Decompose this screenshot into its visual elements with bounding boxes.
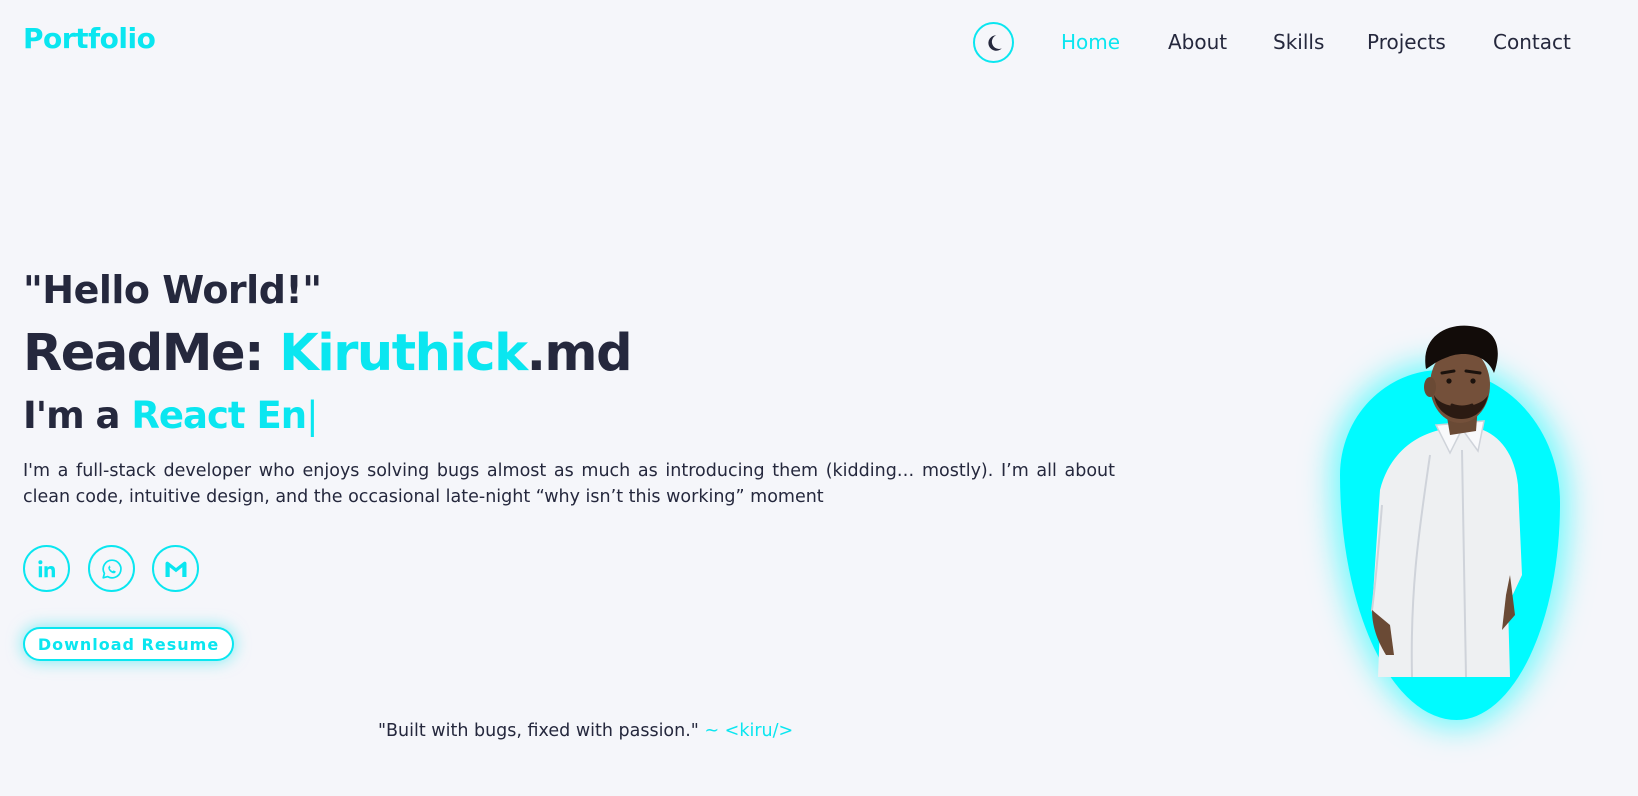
gmail-icon — [165, 561, 186, 577]
linkedin-button[interactable] — [23, 545, 70, 592]
role-typed-text: React En — [131, 394, 307, 437]
portfolio-page: Portfolio Home About Skills Projects Con… — [0, 0, 1638, 796]
nav-home[interactable]: Home — [1061, 30, 1120, 54]
quote-text: "Built with bugs, fixed with passion." — [378, 721, 699, 741]
logo[interactable]: Portfolio — [23, 22, 156, 55]
theme-toggle-button[interactable] — [973, 22, 1014, 63]
whatsapp-icon — [101, 558, 122, 579]
footer-quote: "Built with bugs, fixed with passion." ~… — [378, 721, 793, 741]
moon-icon — [987, 34, 1002, 51]
nav-projects[interactable]: Projects — [1367, 30, 1446, 54]
typing-cursor: | — [306, 394, 319, 437]
nav-about[interactable]: About — [1168, 30, 1227, 54]
whatsapp-button[interactable] — [88, 545, 135, 592]
role-prefix: I'm a — [23, 394, 132, 437]
profile-photo — [1370, 325, 1522, 678]
nav-skills[interactable]: Skills — [1273, 30, 1324, 54]
download-resume-button[interactable]: Download Resume — [23, 627, 234, 661]
role-heading: I'm a React En| — [23, 394, 319, 437]
quote-signature: ~ <kiru/> — [704, 721, 794, 741]
nav-contact[interactable]: Contact — [1493, 30, 1571, 54]
name-heading: ReadMe: Kiruthick.md — [23, 324, 633, 383]
gmail-button[interactable] — [152, 545, 199, 592]
greeting-heading: "Hello World!" — [23, 268, 322, 312]
portrait — [1320, 320, 1580, 730]
intro-paragraph: I'm a full-stack developer who enjoys so… — [23, 461, 1115, 507]
linkedin-icon — [37, 559, 55, 577]
title-name: Kiruthick — [279, 324, 528, 383]
title-suffix: .md — [526, 324, 633, 383]
title-prefix: ReadMe: — [23, 324, 280, 383]
